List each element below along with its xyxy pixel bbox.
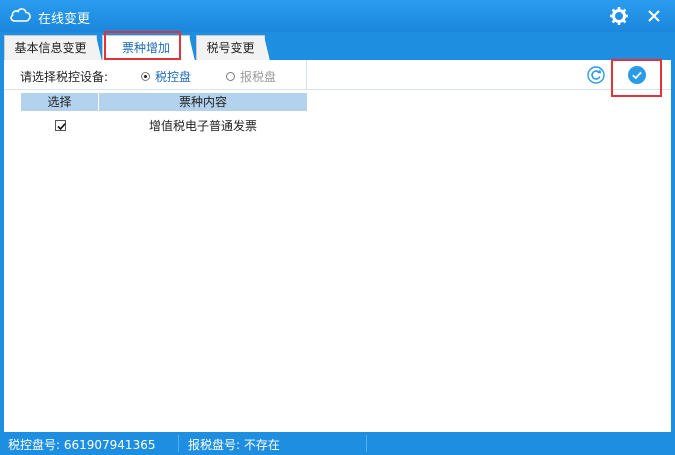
title-bar: 在线变更 bbox=[0, 0, 675, 32]
window-title: 在线变更 bbox=[38, 12, 91, 27]
tab-bar: 基本信息变更 票种增加 税号变更 bbox=[0, 32, 675, 61]
radio-report-disk[interactable]: 报税盘 bbox=[226, 68, 276, 85]
table-header: 选择 票种内容 bbox=[21, 93, 307, 111]
cloud-icon bbox=[9, 5, 33, 25]
status-divider bbox=[178, 435, 179, 452]
radio-tax-control-disk-label: 税控盘 bbox=[155, 70, 192, 84]
tab-tax-id-change[interactable]: 税号变更 bbox=[196, 35, 270, 61]
invoice-type-table: 选择 票种内容 增值税电子普通发票 bbox=[21, 93, 307, 137]
radio-report-disk-label: 报税盘 bbox=[240, 70, 277, 84]
refresh-icon[interactable] bbox=[587, 66, 605, 84]
row-checkbox[interactable] bbox=[54, 119, 66, 131]
tab-invoice-type-add[interactable]: 票种增加 bbox=[102, 35, 195, 61]
status-bar: 税控盘号: 661907941365 报税盘号: 不存在 bbox=[0, 432, 675, 455]
settings-icon[interactable] bbox=[607, 4, 631, 28]
online-change-window: 在线变更 基本信息变更 票种增加 税号变更 请选择税控设备: 税控盘 报税盘 选… bbox=[0, 0, 675, 455]
radio-unselected-icon[interactable] bbox=[226, 72, 235, 81]
table-row[interactable]: 增值税电子普通发票 bbox=[21, 113, 307, 137]
close-icon[interactable] bbox=[642, 4, 666, 28]
checkmark-icon bbox=[56, 122, 66, 130]
status-divider bbox=[366, 435, 367, 452]
column-header-select: 选择 bbox=[21, 93, 99, 111]
toolbar-divider bbox=[306, 60, 307, 89]
column-header-content: 票种内容 bbox=[99, 93, 307, 111]
radio-selected-icon[interactable] bbox=[141, 72, 150, 81]
device-label: 请选择税控设备: bbox=[20, 70, 109, 84]
tax-disk-number: 税控盘号: 661907941365 bbox=[8, 438, 156, 452]
tab-basic-info-change[interactable]: 基本信息变更 bbox=[4, 35, 102, 61]
content-panel: 请选择税控设备: 税控盘 报税盘 选择 票种内容 增值税电子普通发票 bbox=[4, 59, 671, 432]
select-cell bbox=[21, 119, 99, 131]
confirm-check-icon[interactable] bbox=[627, 65, 647, 85]
report-disk-number: 报税盘号: 不存在 bbox=[188, 438, 280, 452]
device-selector-row: 请选择税控设备: 税控盘 报税盘 bbox=[4, 59, 671, 97]
radio-tax-control-disk[interactable]: 税控盘 bbox=[141, 68, 191, 85]
invoice-type-cell: 增值税电子普通发票 bbox=[148, 118, 257, 133]
